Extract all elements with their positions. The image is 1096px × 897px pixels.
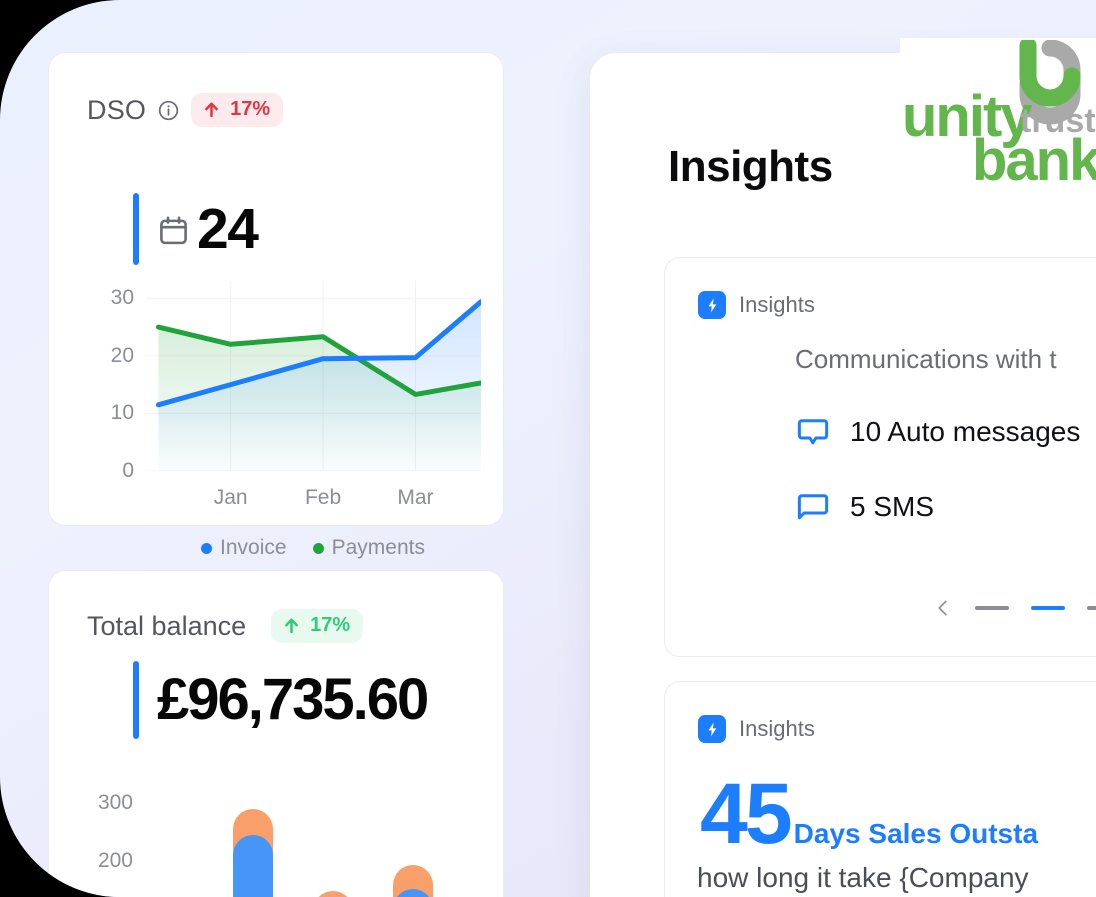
insight-card-header: Insights — [698, 291, 815, 319]
legend-dot — [201, 542, 213, 554]
insight-row: 5 SMS — [795, 489, 1096, 525]
dso-insight-value-row: 45 Days Sales Outsta — [700, 766, 1039, 862]
dso-metric-card: DSO 17% 24 0 10 20 30 Jan Feb Mar Invoic… — [48, 52, 504, 559]
legend-item: Invoice — [201, 536, 287, 560]
dso-insight-description: how long it take {Company — [697, 862, 1029, 893]
lightning-bolt-icon — [698, 715, 726, 743]
pagination-dash[interactable] — [1087, 606, 1096, 610]
insight-lead-text: Communications with t — [795, 344, 1057, 374]
chevron-left-icon[interactable] — [933, 595, 953, 621]
balance-header: Total balance 17% — [87, 609, 364, 643]
balance-label: Total balance — [87, 610, 247, 641]
legend-label: Payments — [331, 536, 425, 559]
dso-header: DSO 17% — [87, 93, 284, 127]
accent-bar — [133, 193, 139, 265]
insight-row-text: 10 Auto messages — [850, 416, 1081, 447]
dso-insight-number: 45 — [700, 766, 793, 862]
bar-segment-lower — [233, 834, 273, 897]
x-axis-tick: Mar — [397, 486, 434, 509]
legend-dot — [312, 542, 324, 554]
arrow-up-icon — [202, 100, 221, 119]
y-axis-tick: 0 — [122, 459, 134, 482]
insight-card-header: Insights — [698, 715, 815, 743]
bar-y-axis-tick: 200 — [97, 848, 133, 872]
insight-card-body: Communications with t 10 Auto messages 5… — [795, 344, 1096, 525]
insight-badge-label: Insights — [739, 292, 815, 317]
total-balance-card: Total balance 17% £96,735.60 100200300 — [48, 570, 504, 897]
dso-trend-value: 17% — [230, 98, 271, 120]
dso-insight-term: Days Sales Outsta — [793, 818, 1039, 849]
line-chart-svg — [145, 281, 481, 471]
accent-bar — [133, 661, 139, 739]
y-axis-tick: 30 — [110, 286, 134, 310]
dso-line-chart: 0 10 20 30 Jan Feb Mar Invoice Payments — [111, 281, 481, 559]
lightning-bolt-icon — [698, 291, 726, 319]
pagination-dash-active[interactable] — [1031, 606, 1065, 610]
arrow-up-icon — [282, 616, 301, 635]
dso-trend-badge: 17% — [191, 93, 284, 127]
y-axis-tick: 10 — [110, 401, 134, 425]
svg-text:bank: bank — [972, 128, 1096, 190]
dso-label: DSO — [87, 94, 147, 125]
speech-bubble-icon — [795, 414, 831, 450]
brand-logo-plate: unity trust bank — [900, 37, 1096, 194]
balance-trend-badge: 17% — [271, 609, 364, 643]
insight-badge-label: Insights — [739, 716, 815, 741]
bar-segment-upper — [313, 890, 353, 897]
x-axis-tick: Feb — [304, 486, 342, 509]
calendar-icon — [157, 214, 190, 247]
bar-y-axis-tick: 300 — [97, 791, 133, 815]
x-axis-tick: Jan — [213, 486, 248, 509]
legend-item: Payments — [312, 536, 425, 560]
dso-value-row: 24 — [133, 193, 259, 265]
dso-value: 24 — [197, 196, 259, 261]
insight-row: 10 Auto messages — [795, 414, 1096, 450]
balance-value: £96,735.60 — [157, 667, 429, 732]
page-title: Insights — [668, 142, 833, 191]
app-background: DSO 17% 24 0 10 20 30 Jan Feb Mar Invoic… — [0, 0, 1096, 897]
legend-label: Invoice — [220, 536, 287, 559]
y-axis-tick: 20 — [110, 343, 134, 367]
balance-bar-chart: 100200300 — [98, 786, 481, 897]
chart-legend: Invoice Payments — [201, 536, 425, 560]
pagination-dash[interactable] — [975, 606, 1009, 610]
speech-bubble-icon — [795, 489, 831, 525]
insights-pagination[interactable] — [933, 595, 1096, 621]
insight-row-text: 5 SMS — [850, 491, 935, 522]
info-circle-icon[interactable] — [157, 99, 180, 122]
unity-trust-bank-logo: unity trust bank — [900, 37, 1096, 193]
balance-value-row: £96,735.60 — [133, 661, 429, 739]
balance-trend-value: 17% — [310, 614, 351, 636]
